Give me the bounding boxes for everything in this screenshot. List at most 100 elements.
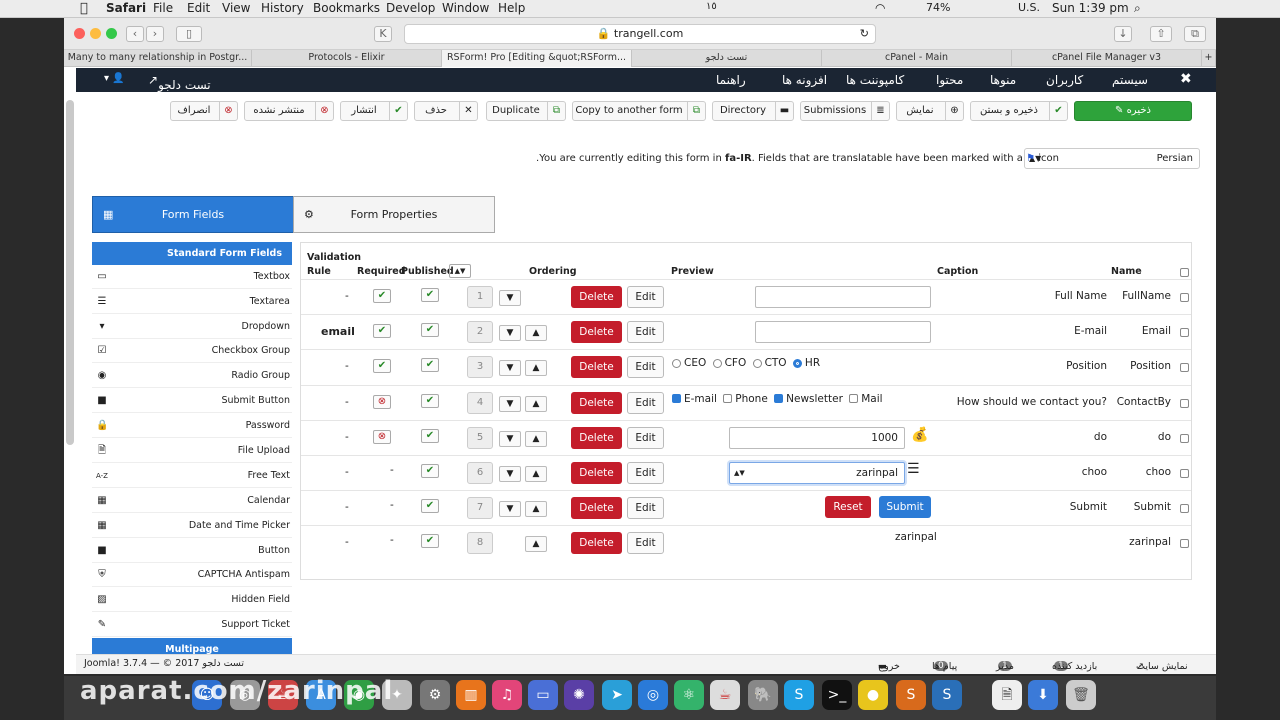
preview-amount-input[interactable]: 1000 <box>729 426 905 449</box>
move-down-icon[interactable]: ▼ <box>499 501 521 518</box>
sort-icon[interactable]: ▲▼ <box>449 264 471 278</box>
sidebar-item-checkbox-group[interactable]: ☑ Checkbox Group <box>92 339 292 363</box>
delete-field-button[interactable]: Delete <box>571 532 622 555</box>
minimize-window-icon[interactable] <box>90 28 101 39</box>
joomla-logo-icon[interactable]: ✖ <box>1180 71 1192 87</box>
downloads-icon[interactable]: ⬇ <box>1028 680 1058 710</box>
move-up-icon[interactable]: ▲ <box>525 536 547 553</box>
java-tool-icon[interactable]: ☕ <box>710 680 740 710</box>
move-up-icon[interactable]: ▲ <box>525 501 547 518</box>
radio-button[interactable] <box>672 358 681 368</box>
tab-form-properties[interactable]: ⚙ Form Properties <box>293 196 495 233</box>
sidebar-item-textbox[interactable]: ▭ Textbox <box>92 265 292 289</box>
published-toggle[interactable]: ✔ <box>421 428 439 443</box>
menu-develop[interactable]: Develop <box>386 1 435 15</box>
move-up-icon[interactable]: ▲ <box>525 430 547 447</box>
new-tab-button[interactable]: + <box>1202 50 1216 67</box>
row-select-checkbox[interactable] <box>1180 539 1189 549</box>
move-up-icon[interactable]: ▲ <box>525 395 547 412</box>
required-toggle[interactable]: ✔ <box>373 324 391 339</box>
sidebar-item-date-time-picker[interactable]: ▦ Date and Time Picker <box>92 514 292 538</box>
screenshot-icon[interactable]: ◎ <box>638 680 668 710</box>
row-select-checkbox[interactable] <box>1180 504 1189 514</box>
tab-site[interactable]: تست دلجو <box>632 50 822 67</box>
trash-icon[interactable]: 🗑 <box>1066 680 1096 710</box>
nav-content[interactable]: محتوا <box>936 73 963 87</box>
game-icon[interactable]: ✺ <box>564 680 594 710</box>
extension-icon[interactable]: K <box>374 26 392 42</box>
row-select-checkbox[interactable] <box>1180 293 1189 302</box>
share-icon[interactable]: ⇧ <box>1150 26 1172 42</box>
move-up-icon[interactable]: ▲ <box>525 360 547 377</box>
sublime-icon[interactable]: S <box>896 680 926 710</box>
spotlight-icon[interactable]: ⌕ <box>1134 1 1141 16</box>
published-toggle[interactable]: ✔ <box>421 358 439 373</box>
input-source[interactable]: U.S. <box>1018 1 1040 14</box>
checkbox[interactable] <box>672 394 681 404</box>
publish-button[interactable]: انتشار ✔ <box>340 101 408 121</box>
menu-history[interactable]: History <box>261 1 304 15</box>
nav-system[interactable]: سیستم <box>1112 73 1148 87</box>
tab-rsform[interactable]: RSForm! Pro [Editing &quot;RSForm... <box>442 50 632 67</box>
order-input[interactable]: 4 <box>467 391 493 414</box>
tab-file-manager[interactable]: cPanel File Manager v3 <box>1012 50 1202 67</box>
menu-view[interactable]: View <box>222 1 250 15</box>
move-down-icon[interactable]: ▼ <box>499 430 521 447</box>
published-toggle[interactable]: ✔ <box>421 288 439 302</box>
page-scrollbar[interactable] <box>66 100 74 445</box>
menu-edit[interactable]: Edit <box>187 1 210 15</box>
nav-users[interactable]: کاربران <box>1046 73 1083 87</box>
tab-form-fields[interactable]: ▦ Form Fields <box>92 196 294 233</box>
unpublish-button[interactable]: منتشر نشده ⊗ <box>244 101 334 121</box>
published-toggle[interactable]: ✔ <box>421 499 439 514</box>
delete-form-button[interactable]: حذف ✕ <box>414 101 478 121</box>
required-toggle[interactable]: ✔ <box>373 359 391 374</box>
required-toggle[interactable]: ⊗ <box>373 394 391 409</box>
user-menu-icon[interactable]: ▾ 👤 <box>104 73 125 84</box>
clock[interactable]: Sun 1:39 pm <box>1052 1 1129 15</box>
order-input[interactable]: 5 <box>467 426 493 449</box>
keynote-icon[interactable]: ▭ <box>528 680 558 710</box>
delete-field-button[interactable]: Delete <box>571 321 622 344</box>
delete-field-button[interactable]: Delete <box>571 286 622 308</box>
sidebar-item-password[interactable]: 🔒 Password <box>92 414 292 438</box>
row-select-checkbox[interactable] <box>1180 328 1189 338</box>
move-up-icon[interactable]: ▲ <box>525 325 547 342</box>
preview-submit-button[interactable]: Submit <box>879 496 931 519</box>
sidebar-icon[interactable]: ▯ <box>176 26 202 42</box>
move-down-icon[interactable]: ▼ <box>499 395 521 412</box>
tab-postgres[interactable]: Many to many relationship in Postgr... <box>64 50 252 67</box>
published-toggle[interactable]: ✔ <box>421 393 439 408</box>
order-input[interactable]: 7 <box>467 497 493 520</box>
ibooks-icon[interactable]: ▥ <box>456 680 486 710</box>
edit-field-button[interactable]: Edit <box>627 426 664 449</box>
sidebar-item-support-ticket[interactable]: ✎ Support Ticket <box>92 613 292 637</box>
save-close-button[interactable]: ذخیره و بستن ✔ <box>970 101 1068 121</box>
nav-components[interactable]: کامپوننت ها <box>846 73 904 87</box>
terminal-icon[interactable]: >_ <box>822 680 852 710</box>
move-down-icon[interactable]: ▼ <box>499 325 521 342</box>
select-all-checkbox[interactable] <box>1180 268 1189 277</box>
duplicate-button[interactable]: Duplicate ⧉ <box>486 101 566 121</box>
sidebar-item-calendar[interactable]: ▦ Calendar <box>92 489 292 513</box>
tab-elixir[interactable]: Protocols - Elixir <box>252 50 442 67</box>
row-select-checkbox[interactable] <box>1180 363 1189 373</box>
delete-field-button[interactable]: Delete <box>571 497 622 520</box>
edit-field-button[interactable]: Edit <box>627 321 664 344</box>
preview-button[interactable]: نمایش ⊕ <box>896 101 964 121</box>
save-button[interactable]: ✎ ذخیره <box>1074 101 1192 121</box>
sidebar-item-file-upload[interactable]: 🗎 File Upload <box>92 439 292 463</box>
nav-help[interactable]: راهنما <box>716 73 746 87</box>
menu-bookmarks[interactable]: Bookmarks <box>313 1 380 15</box>
edit-field-button[interactable]: Edit <box>627 286 664 308</box>
close-window-icon[interactable] <box>74 28 85 39</box>
skype-icon[interactable]: S <box>784 680 814 710</box>
edit-field-button[interactable]: Edit <box>627 356 664 379</box>
order-input[interactable]: 3 <box>467 356 493 379</box>
sidebar-item-button[interactable]: ■ Button <box>92 539 292 563</box>
edit-field-button[interactable]: Edit <box>627 532 664 555</box>
checkbox[interactable] <box>723 394 733 404</box>
telegram-icon[interactable]: ➤ <box>602 680 632 710</box>
back-icon[interactable]: ‹ <box>126 26 144 42</box>
atom-icon[interactable]: ⚛ <box>674 680 704 710</box>
